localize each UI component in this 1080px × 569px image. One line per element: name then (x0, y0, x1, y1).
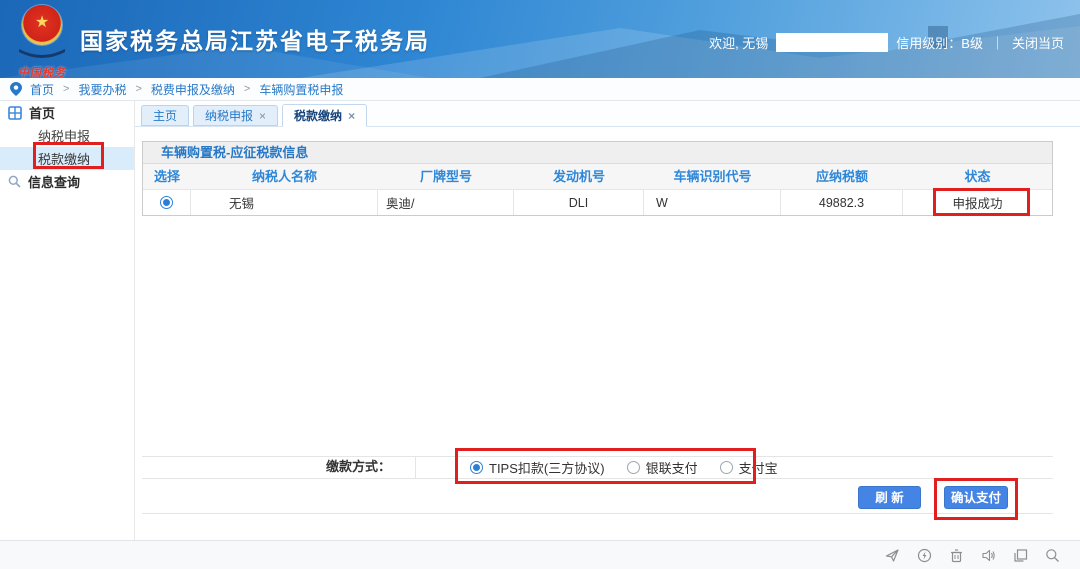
payment-option-label: TIPS扣款(三方协议) (489, 458, 605, 477)
vehicle-tax-panel: 车辆购置税-应征税款信息 选择 纳税人名称 厂牌型号 发动机号 车辆识别代号 应… (142, 141, 1053, 216)
tab-close-icon[interactable]: × (348, 106, 355, 126)
cell-vin: W (644, 190, 781, 215)
breadcrumb-separator: > (135, 83, 141, 95)
col-taxpayer-name: 纳税人名称 (191, 164, 378, 189)
col-tax-amount: 应纳税额 (781, 164, 903, 189)
multi-window-icon[interactable] (1013, 548, 1028, 563)
site-title: 国家税务总局江苏省电子税务局 (80, 22, 430, 56)
app-header: ★ 中国税务 国家税务总局江苏省电子税务局 欢迎, 无锡 信用级别：B级 ｜ 关… (0, 0, 1080, 78)
divider-line (415, 456, 416, 478)
rocket-icon[interactable] (885, 548, 900, 563)
sidebar-item-home[interactable]: 首页 (0, 101, 134, 124)
sidebar-home-label: 首页 (29, 103, 55, 122)
sidebar-item-info-query[interactable]: 信息查询 (0, 170, 134, 193)
breadcrumb-vehicle-tax[interactable]: 车辆购置税申报 (259, 81, 343, 98)
speed-mode-icon[interactable] (917, 548, 932, 563)
payment-method-label: 缴款方式： (142, 456, 415, 478)
radio-tips-selected[interactable] (470, 461, 483, 474)
welcome-bar: 欢迎, 无锡 信用级别：B级 ｜ 关闭当页 (709, 33, 1064, 52)
tab-main-page[interactable]: 主页 (141, 105, 189, 126)
cell-tax-amount: 49882.3 (781, 190, 903, 215)
trash-icon[interactable] (949, 548, 964, 563)
sidebar-item-label: 纳税申报 (38, 126, 90, 145)
sidebar-info-query-label: 信息查询 (28, 172, 80, 191)
divider-line (142, 478, 1053, 479)
breadcrumb-shenbao-jiaona[interactable]: 税费申报及缴纳 (151, 81, 235, 98)
redacted-taxpayer-name (776, 33, 888, 52)
table-row: 无锡 奥迪/ DLI W 49882.3 申报成功 (143, 189, 1052, 215)
sidebar: 首页 纳税申报 税款缴纳 信息查询 (0, 101, 135, 540)
breadcrumb: 首页 > 我要办税 > 税费申报及缴纳 > 车辆购置税申报 (0, 78, 1080, 101)
tab-tax-declare[interactable]: 纳税申报 × (193, 105, 278, 126)
credit-level: 信用级别：B级 (896, 33, 983, 52)
location-pin-icon (10, 82, 22, 96)
radio-unionpay[interactable] (627, 461, 640, 474)
table-header-row: 选择 纳税人名称 厂牌型号 发动机号 车辆识别代号 应纳税额 状态 (143, 164, 1052, 189)
payment-option-unionpay[interactable]: 银联支付 (627, 458, 698, 477)
speaker-icon[interactable] (981, 548, 996, 563)
cell-status: 申报成功 (903, 190, 1052, 215)
tab-tax-payment[interactable]: 税款缴纳 × (282, 104, 367, 127)
panel-title: 车辆购置税-应征税款信息 (143, 142, 1052, 164)
national-emblem-icon: ★ (22, 5, 62, 45)
col-engine-no: 发动机号 (514, 164, 644, 189)
refresh-button[interactable]: 刷 新 (858, 486, 921, 509)
sidebar-item-tax-declare[interactable]: 纳税申报 (0, 124, 134, 147)
col-brand-model: 厂牌型号 (378, 164, 514, 189)
divider: ｜ (991, 33, 1004, 52)
payment-option-alipay[interactable]: 支付宝 (720, 458, 778, 477)
col-select: 选择 (143, 164, 191, 189)
close-page-link[interactable]: 关闭当页 (1012, 33, 1064, 52)
sidebar-item-tax-payment[interactable]: 税款缴纳 (0, 147, 134, 170)
tab-label: 主页 (153, 106, 177, 126)
tab-label: 税款缴纳 (294, 106, 342, 126)
cell-brand-model: 奥迪/ (378, 190, 514, 215)
payment-options: TIPS扣款(三方协议) 银联支付 支付宝 (470, 456, 778, 478)
welcome-text: 欢迎, 无锡 (709, 33, 768, 52)
confirm-payment-button[interactable]: 确认支付 (944, 486, 1008, 509)
search-icon[interactable] (1045, 548, 1060, 563)
breadcrumb-separator: > (244, 83, 250, 95)
divider-line (142, 513, 1053, 514)
breadcrumb-separator: > (63, 83, 69, 95)
tab-close-icon[interactable]: × (259, 106, 266, 126)
cell-taxpayer-name: 无锡 (191, 190, 378, 215)
tab-strip: 主页 纳税申报 × 税款缴纳 × (135, 101, 1080, 127)
row-radio-selected[interactable] (160, 196, 173, 209)
tab-label: 纳税申报 (205, 106, 253, 126)
payment-option-tips[interactable]: TIPS扣款(三方协议) (470, 458, 605, 477)
browser-toolbar (0, 540, 1080, 569)
search-icon (8, 175, 21, 188)
cell-engine-no: DLI (514, 190, 644, 215)
breadcrumb-home[interactable]: 首页 (30, 81, 54, 98)
radio-alipay[interactable] (720, 461, 733, 474)
sidebar-item-label: 税款缴纳 (38, 149, 90, 168)
logo-caption: 中国税务 (16, 64, 68, 78)
col-status: 状态 (903, 164, 1052, 189)
breadcrumb-banshui[interactable]: 我要办税 (78, 81, 126, 98)
col-vin: 车辆识别代号 (644, 164, 781, 189)
row-select-cell (143, 190, 191, 215)
wings-icon (18, 48, 66, 58)
tax-bureau-logo: ★ 中国税务 (16, 5, 68, 78)
grid-icon (8, 106, 22, 120)
payment-option-label: 支付宝 (739, 458, 778, 477)
payment-option-label: 银联支付 (646, 458, 698, 477)
